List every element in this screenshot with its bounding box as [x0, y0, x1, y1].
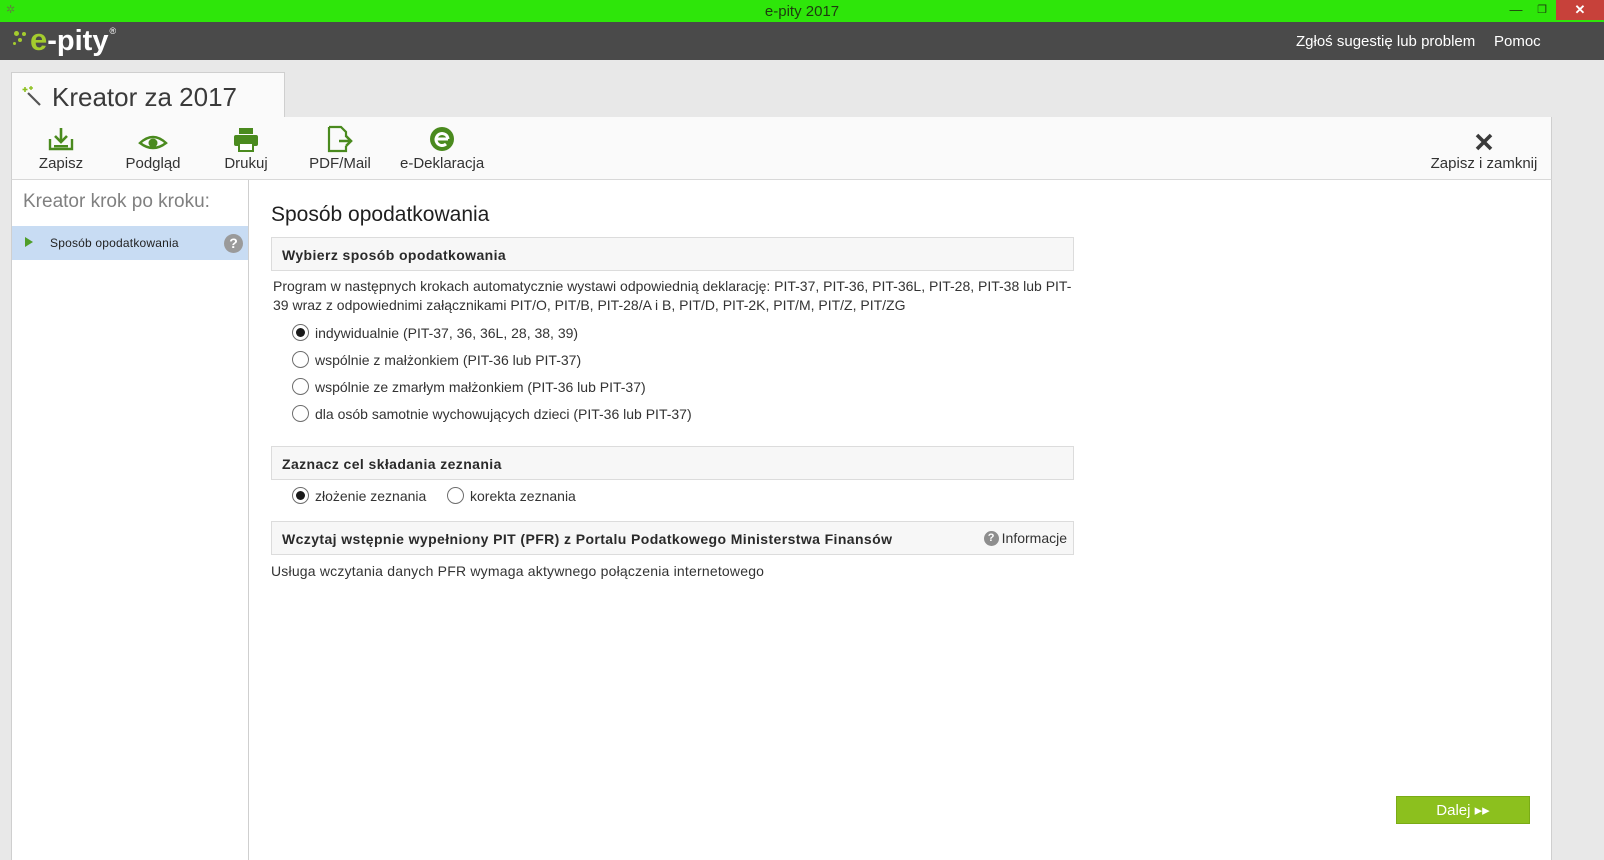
radio-button[interactable] [447, 487, 464, 504]
step-label: Sposób opodatkowania [50, 236, 179, 250]
info-link[interactable]: ? Informacje [983, 530, 1067, 546]
save-icon [48, 128, 74, 151]
close-x-icon [1475, 133, 1493, 151]
section-load-pfr: Wczytaj wstępnie wypełniony PIT (PFR) z … [271, 521, 1074, 555]
section-title: Zaznacz cel składania zeznania [282, 456, 502, 472]
e-declaration-button[interactable]: e-Deklaracja [400, 125, 484, 172]
wand-icon [22, 86, 41, 106]
sidebar-title: Kreator krok po kroku: [23, 191, 210, 212]
pdf-mail-label: PDF/Mail [309, 155, 371, 172]
radio-button[interactable] [292, 405, 309, 422]
page-title: Sposób opodatkowania [271, 203, 490, 226]
logo-text: -pity [47, 25, 109, 57]
play-arrow-icon [25, 237, 33, 247]
preview-label: Podgląd [125, 155, 181, 172]
print-button[interactable]: Drukuj [218, 125, 274, 172]
save-button[interactable]: Zapisz [32, 125, 90, 172]
logo-registered-mark: ® [109, 26, 117, 36]
radio-individual[interactable]: indywidualnie (PIT-37, 36, 36L, 28, 38, … [292, 324, 578, 341]
radio-joint-deceased-spouse[interactable]: wspólnie ze zmarłym małżonkiem (PIT-36 l… [292, 378, 646, 395]
radio-button[interactable] [292, 351, 309, 368]
help-icon[interactable]: ? [224, 234, 243, 253]
e-declaration-label: e-Deklaracja [400, 155, 485, 172]
eye-icon [138, 135, 168, 150]
radio-button[interactable] [292, 378, 309, 395]
window-titlebar: ✲ e-pity 2017 — ❐ ✕ [0, 0, 1604, 22]
info-label: Informacje [1001, 530, 1067, 546]
window-title: e-pity 2017 [764, 3, 840, 20]
radio-label: wspólnie ze zmarłym małżonkiem (PIT-36 l… [315, 378, 646, 395]
radio-joint-spouse[interactable]: wspólnie z małżonkiem (PIT-36 lub PIT-37… [292, 351, 581, 368]
radio-button[interactable] [292, 324, 309, 341]
pdf-mail-button[interactable]: PDF/Mail [308, 125, 372, 172]
print-label: Drukuj [224, 155, 268, 172]
save-label: Zapisz [38, 155, 84, 172]
radio-single-parent[interactable]: dla osób samotnie wychowujących dzieci (… [292, 405, 692, 422]
save-and-close-label: Zapisz i zamknij [1430, 155, 1538, 172]
logo-dots-icon [12, 25, 30, 53]
pfr-note: Usługa wczytania danych PFR wymaga aktyw… [271, 563, 765, 579]
section-title: Wczytaj wstępnie wypełniony PIT (PFR) z … [282, 531, 893, 547]
radio-label: korekta zeznania [470, 487, 576, 504]
tab-kreator[interactable]: Kreator za 2017 [11, 72, 285, 118]
pdf-export-icon [327, 125, 353, 153]
printer-icon [234, 128, 258, 152]
radio-filing[interactable]: złożenie zeznania [292, 487, 426, 504]
radio-label: dla osób samotnie wychowujących dzieci (… [315, 405, 692, 422]
radio-label: indywidualnie (PIT-37, 36, 36L, 28, 38, … [315, 324, 579, 341]
epity-logo: e -pity ® [12, 22, 117, 57]
e-declaration-icon [430, 127, 454, 151]
save-and-close-button[interactable]: Zapisz i zamknij [1430, 125, 1538, 172]
radio-label: złożenie zeznania [315, 487, 427, 504]
tab-title: Kreator za 2017 [52, 82, 238, 112]
app-header: e -pity ® Zgłoś sugestię lub problem Pom… [0, 22, 1604, 60]
toolbar: Zapisz Podgląd Drukuj PDF/Mail e-Deklara… [11, 117, 1552, 180]
minimize-button[interactable]: — [1504, 0, 1528, 20]
radio-correction[interactable]: korekta zeznania [447, 487, 576, 504]
section-tax-method: Wybierz sposób opodatkowania [271, 237, 1074, 271]
radio-label: wspólnie z małżonkiem (PIT-36 lub PIT-37… [315, 351, 582, 368]
radio-button[interactable] [292, 487, 309, 504]
wizard-sidebar: Kreator krok po kroku: Sposób opodatkowa… [11, 180, 249, 860]
sidebar-step-tax-method[interactable]: Sposób opodatkowania ? [12, 226, 248, 260]
next-button[interactable]: Dalej ▸▸ [1396, 796, 1530, 824]
main-content: Sposób opodatkowania Wybierz sposób opod… [249, 180, 1552, 860]
close-window-button[interactable]: ✕ [1556, 0, 1604, 20]
logo-e: e [30, 22, 48, 57]
question-icon: ? [983, 530, 999, 546]
right-margin [1552, 60, 1604, 860]
report-suggestion-link[interactable]: Zgłoś sugestię lub problem [1296, 33, 1475, 50]
section-filing-purpose: Zaznacz cel składania zeznania [271, 446, 1074, 480]
help-link[interactable]: Pomoc [1494, 33, 1541, 50]
section-description: Program w następnych krokach automatyczn… [273, 278, 1072, 313]
section-title: Wybierz sposób opodatkowania [282, 247, 507, 263]
maximize-button[interactable]: ❐ [1530, 0, 1554, 20]
preview-button[interactable]: Podgląd [120, 125, 186, 172]
